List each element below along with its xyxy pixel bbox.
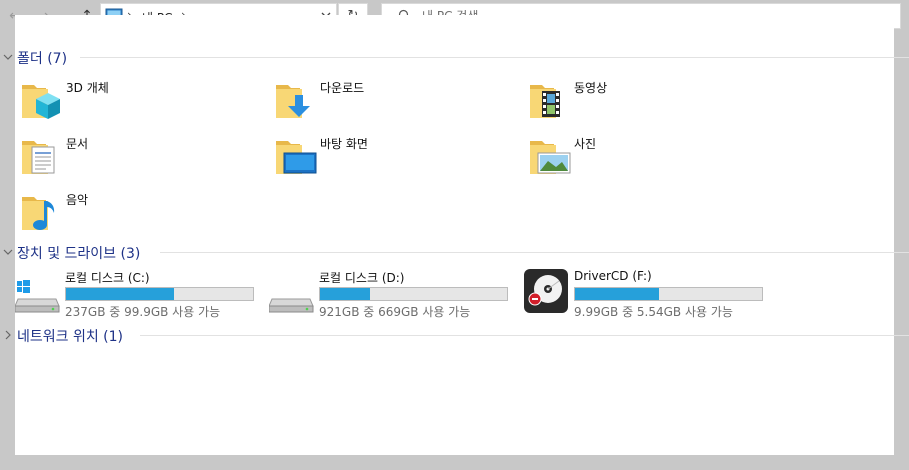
drive-usage-fill xyxy=(575,288,660,300)
drive-usage-bar xyxy=(319,287,508,301)
section-header-folders[interactable]: 폴더 (7) xyxy=(0,47,909,67)
folder-label: 3D 개체 xyxy=(66,81,109,95)
pictures-folder-icon xyxy=(530,141,571,174)
drive-d[interactable]: 로컬 디스크 (D:) 921GB 중 669GB 사용 가능 xyxy=(269,269,519,319)
chevron-down-icon[interactable] xyxy=(2,246,14,258)
folder-downloads[interactable]: 다운로드 xyxy=(274,77,514,125)
section-title: 폴더 (7) xyxy=(17,51,68,67)
music-folder-icon xyxy=(22,197,55,230)
drive-usage-bar xyxy=(65,287,254,301)
section-divider xyxy=(140,335,909,336)
drive-name: DriverCD (F:) xyxy=(574,269,652,283)
folder-label: 바탕 화면 xyxy=(320,137,368,151)
folder-label: 동영상 xyxy=(574,81,608,95)
videos-folder-icon xyxy=(530,85,560,118)
folder-label: 문서 xyxy=(66,137,89,151)
drive-usage-fill xyxy=(320,288,371,300)
documents-folder-icon xyxy=(22,141,55,174)
drive-c[interactable]: 로컬 디스크 (C:) 237GB 중 99.9GB 사용 가능 xyxy=(15,269,265,319)
desktop-folder-icon xyxy=(276,141,317,174)
windows-drive-icon xyxy=(15,280,60,313)
drive-name: 로컬 디스크 (D:) xyxy=(319,271,405,285)
folder-3d-objects[interactable]: 3D 개체 xyxy=(20,77,260,125)
section-title: 네트워크 위치 (1) xyxy=(17,329,124,345)
downloads-folder-icon xyxy=(276,85,310,118)
drive-f[interactable]: DriverCD (F:) 9.99GB 중 5.54GB 사용 가능 xyxy=(524,269,774,319)
section-divider xyxy=(80,57,909,58)
3d-objects-folder-icon xyxy=(22,85,60,119)
folder-label: 사진 xyxy=(574,137,597,151)
drive-usage-bar xyxy=(574,287,763,301)
folder-music[interactable]: 음악 xyxy=(20,189,260,237)
drive-size-text: 237GB 중 99.9GB 사용 가능 xyxy=(65,305,221,319)
cd-drive-icon xyxy=(524,269,568,313)
drive-size-text: 9.99GB 중 5.54GB 사용 가능 xyxy=(574,305,733,319)
section-divider xyxy=(160,252,909,253)
folder-pictures[interactable]: 사진 xyxy=(528,133,768,181)
section-header-devices[interactable]: 장치 및 드라이브 (3) xyxy=(0,242,909,262)
folder-documents[interactable]: 문서 xyxy=(20,133,260,181)
chevron-down-icon[interactable] xyxy=(2,51,14,63)
section-header-network[interactable]: 네트워크 위치 (1) xyxy=(0,325,909,345)
drive-usage-fill xyxy=(66,288,175,300)
folder-desktop[interactable]: 바탕 화면 xyxy=(274,133,514,181)
folder-videos[interactable]: 동영상 xyxy=(528,77,768,125)
drive-name: 로컬 디스크 (C:) xyxy=(65,271,150,285)
folder-label: 음악 xyxy=(66,193,89,207)
hard-drive-icon xyxy=(269,298,314,313)
chevron-right-icon[interactable] xyxy=(2,329,14,341)
folder-label: 다운로드 xyxy=(320,81,365,95)
section-title: 장치 및 드라이브 (3) xyxy=(17,246,141,262)
drive-size-text: 921GB 중 669GB 사용 가능 xyxy=(319,305,471,319)
